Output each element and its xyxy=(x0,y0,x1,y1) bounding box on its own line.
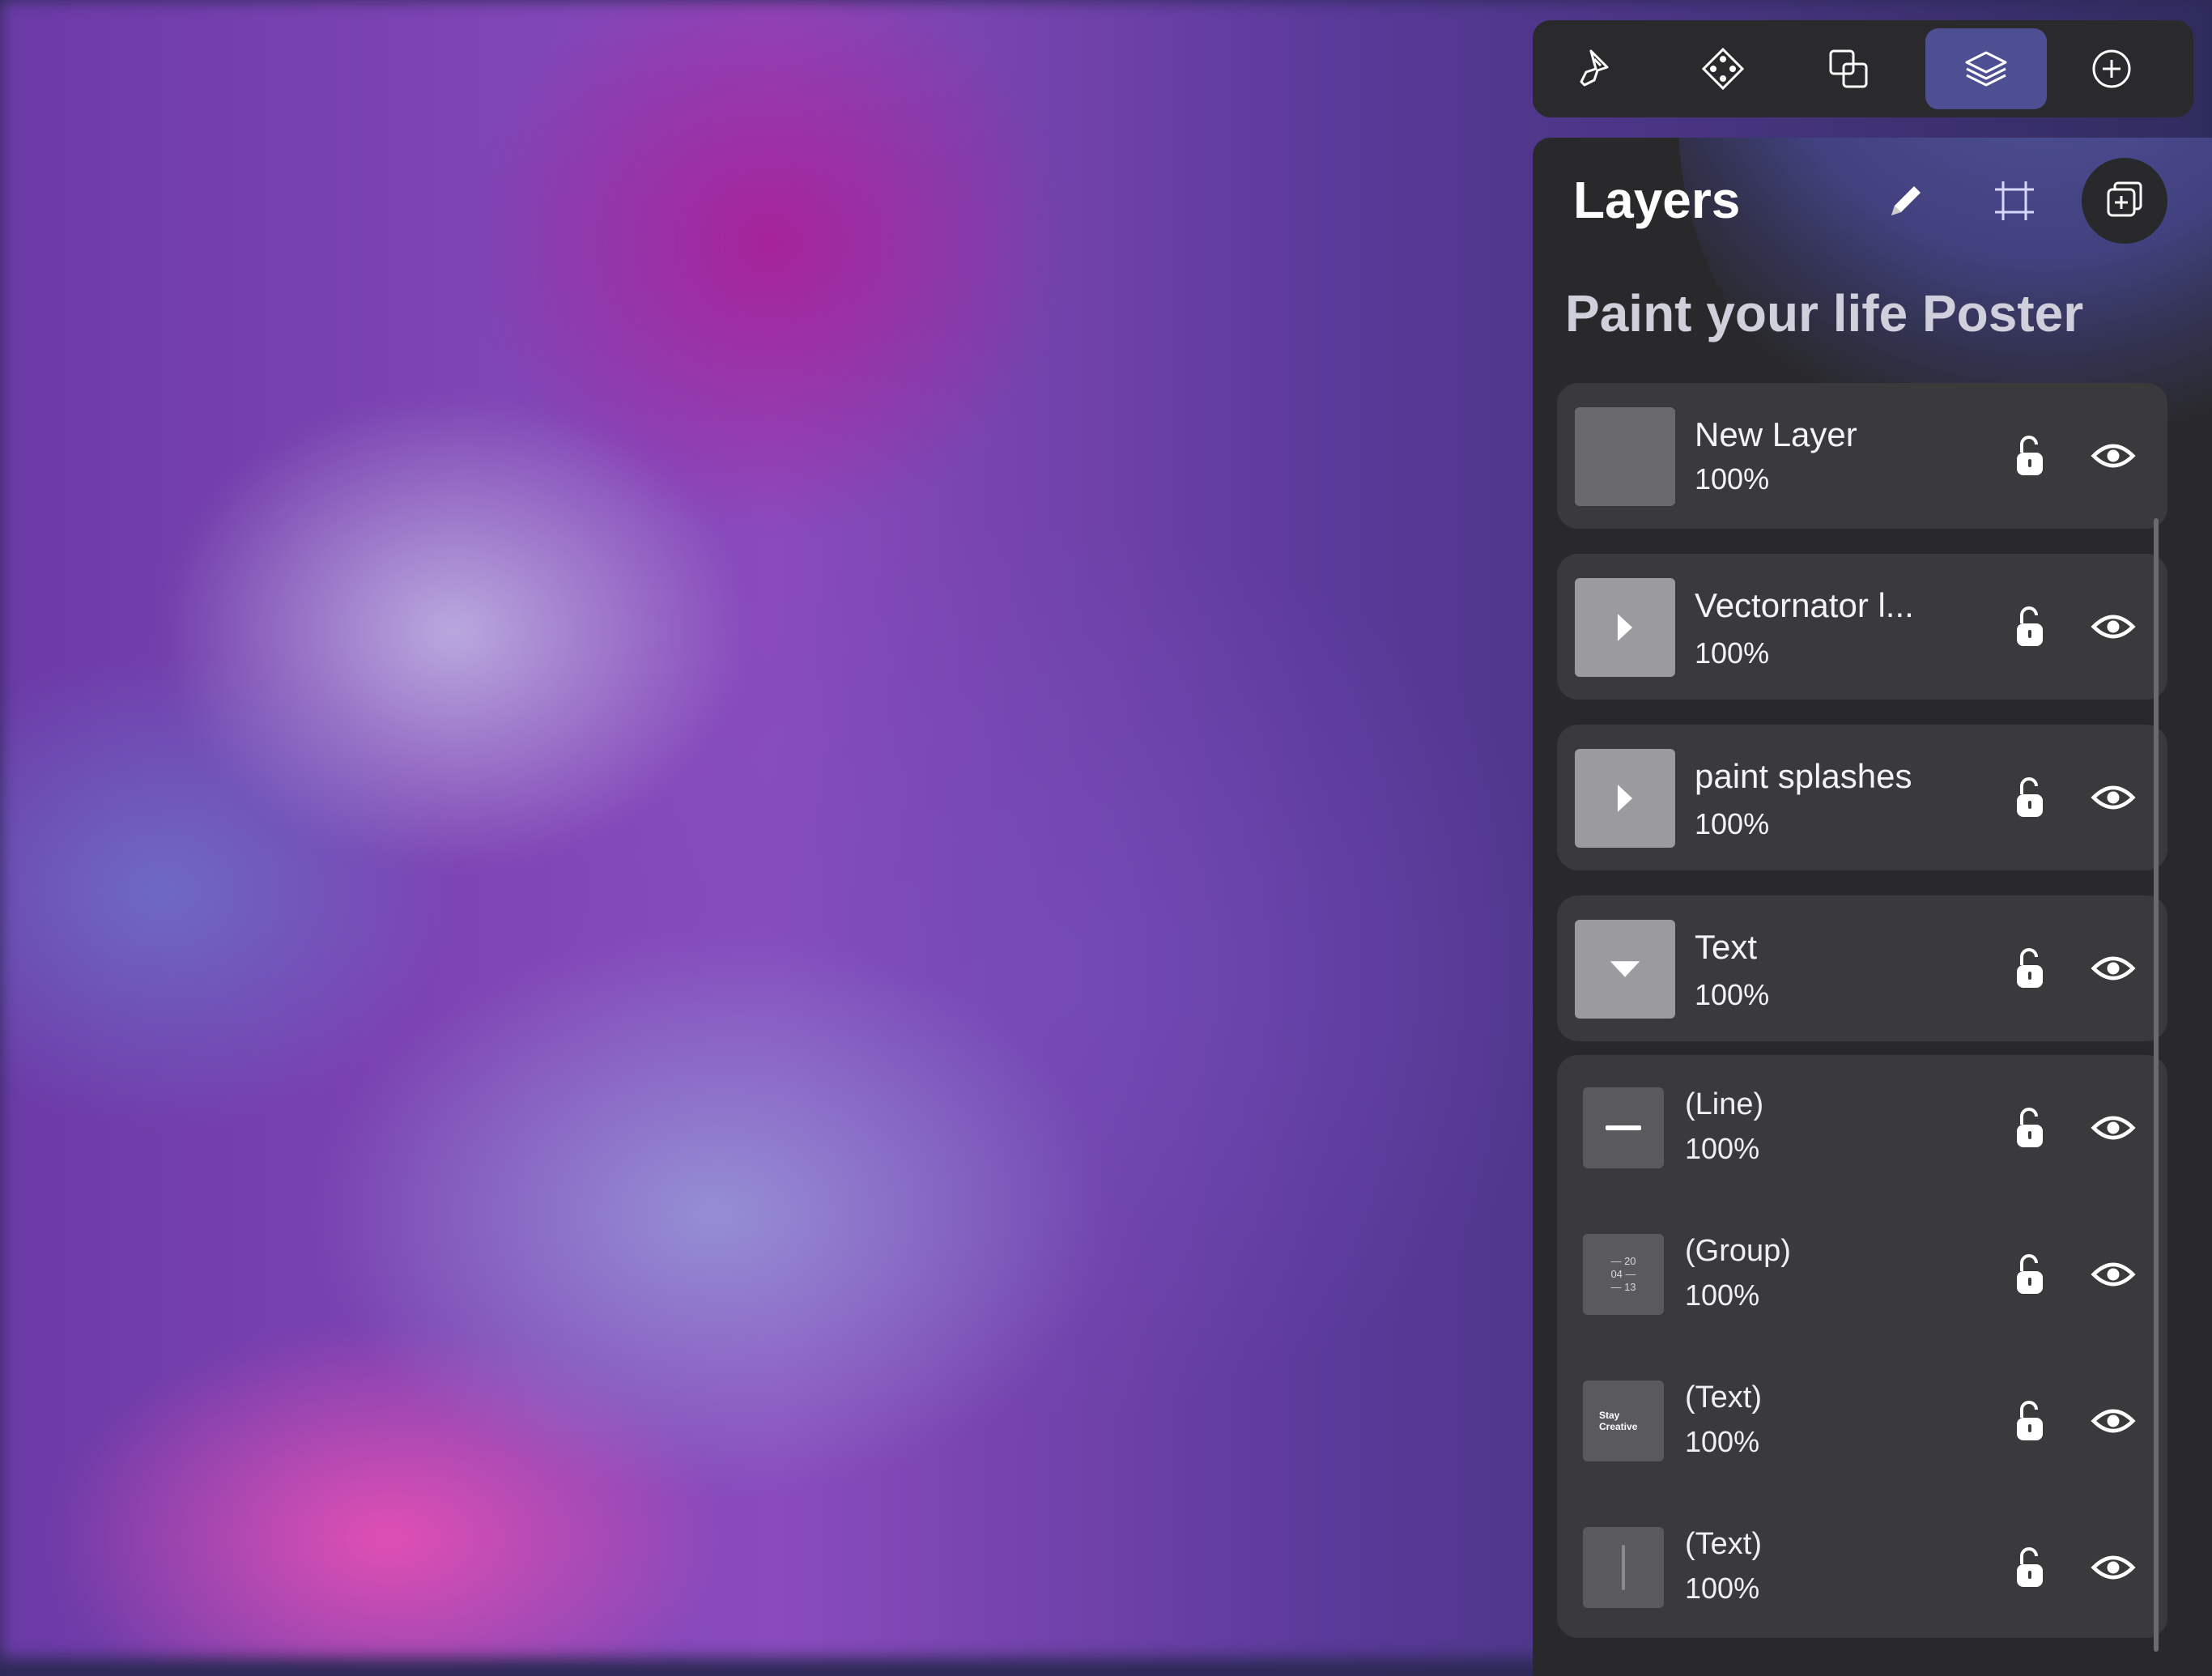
lock-toggle[interactable] xyxy=(2004,772,2056,823)
unlock-icon xyxy=(2017,948,2043,988)
layer-opacity: 100% xyxy=(1695,978,1770,1011)
visibility-toggle[interactable] xyxy=(2087,1102,2139,1154)
layer-opacity: 100% xyxy=(1685,1425,1760,1458)
lock-toggle[interactable] xyxy=(2004,601,2056,653)
layer-opacity: 100% xyxy=(1695,462,1770,496)
unlock-icon xyxy=(2017,1547,2043,1587)
sublayer-row[interactable]: — 20 04 — — 13 (Group) 100% xyxy=(1557,1202,2167,1347)
brush-tool-button[interactable] xyxy=(1537,28,1658,109)
eye-icon xyxy=(2091,956,2136,981)
layer-opacity: 100% xyxy=(1685,1132,1760,1165)
lock-toggle[interactable] xyxy=(2004,1102,2056,1154)
sublayer-row[interactable]: (Line) 100% xyxy=(1557,1055,2167,1201)
document-title: Paint your life Poster xyxy=(1565,284,2084,342)
shapes-tool-button[interactable] xyxy=(1788,28,1909,109)
lock-toggle[interactable] xyxy=(2004,1248,2056,1300)
layers-panel: Layers Paint your life Poster New Layer … xyxy=(1533,138,2212,1676)
group-thumb-text: — 20 04 — — 13 xyxy=(1610,1255,1636,1293)
visibility-toggle[interactable] xyxy=(2087,772,2139,823)
layer-thumbnail: Stay Creative xyxy=(1583,1380,1664,1461)
layer-row[interactable]: New Layer 100% xyxy=(1557,383,2167,529)
artboard-icon xyxy=(1995,181,2034,220)
layer-row[interactable]: Vectornator l... 100% xyxy=(1557,554,2167,700)
lock-toggle[interactable] xyxy=(2004,430,2056,482)
pencil-icon xyxy=(1891,186,1921,215)
edit-button[interactable] xyxy=(1863,158,1949,244)
vertical-text-glyph xyxy=(1622,1545,1625,1590)
unlock-icon xyxy=(2017,606,2043,646)
layer-name: Text xyxy=(1695,928,1758,966)
top-toolbar xyxy=(1533,20,2193,117)
eye-icon xyxy=(2091,444,2136,468)
expand-arrow-icon xyxy=(1617,614,1633,641)
lock-toggle[interactable] xyxy=(2004,1395,2056,1447)
add-layer-icon xyxy=(2107,181,2142,217)
brush-icon xyxy=(1580,49,1609,87)
lock-toggle[interactable] xyxy=(2004,1542,2056,1593)
node-icon xyxy=(1701,47,1745,91)
layers-icon xyxy=(1965,51,2007,87)
line-glyph-icon xyxy=(1606,1125,1641,1130)
lock-toggle[interactable] xyxy=(2004,942,2056,994)
eye-icon xyxy=(2091,785,2136,810)
panel-title: Layers xyxy=(1573,171,1741,229)
eye-icon xyxy=(2091,615,2136,639)
layers-scrollbar[interactable] xyxy=(2154,518,2159,1652)
layer-row[interactable]: Text 100% xyxy=(1557,895,2167,1041)
layer-name: (Text) xyxy=(1685,1380,1762,1414)
eye-icon xyxy=(2091,1262,2136,1287)
eye-icon xyxy=(2091,1555,2136,1580)
layer-thumbnail xyxy=(1575,749,1675,848)
text-group-children: (Line) 100% — 20 04 — — 13 (Group) 100% xyxy=(1557,1055,2167,1638)
layer-opacity: 100% xyxy=(1685,1278,1760,1312)
unlock-icon xyxy=(2017,436,2043,475)
layer-row[interactable]: paint splashes 100% xyxy=(1557,725,2167,870)
layer-thumbnail xyxy=(1575,407,1675,506)
layer-name: New Layer xyxy=(1695,415,1857,453)
visibility-toggle[interactable] xyxy=(2087,942,2139,994)
layer-opacity: 100% xyxy=(1695,636,1770,670)
node-tool-button[interactable] xyxy=(1662,28,1784,109)
add-tool-button[interactable] xyxy=(2051,28,2172,109)
add-circle-icon xyxy=(2092,49,2131,88)
layer-name: (Line) xyxy=(1685,1087,1764,1121)
text-thumb-preview: Stay Creative xyxy=(1599,1410,1638,1432)
unlock-icon xyxy=(2017,1108,2043,1147)
visibility-toggle[interactable] xyxy=(2087,1248,2139,1300)
unlock-icon xyxy=(2017,777,2043,817)
layer-thumbnail: — 20 04 — — 13 xyxy=(1583,1234,1664,1315)
layer-thumbnail xyxy=(1583,1087,1664,1168)
sublayer-row[interactable]: (Text) 100% xyxy=(1557,1495,2167,1640)
eye-icon xyxy=(2091,1409,2136,1433)
layer-opacity: 100% xyxy=(1695,807,1770,840)
layer-name: paint splashes xyxy=(1695,757,1912,795)
layer-thumbnail xyxy=(1583,1527,1664,1608)
collapse-arrow-icon xyxy=(1610,961,1640,977)
unlock-icon xyxy=(2017,1254,2043,1294)
layer-opacity: 100% xyxy=(1685,1572,1760,1605)
layer-thumbnail xyxy=(1575,920,1675,1019)
layer-thumbnail xyxy=(1575,578,1675,677)
layer-name: (Text) xyxy=(1685,1527,1762,1561)
layer-name: (Group) xyxy=(1685,1234,1791,1268)
visibility-toggle[interactable] xyxy=(2087,1542,2139,1593)
expand-arrow-icon xyxy=(1617,785,1633,812)
shapes-icon xyxy=(1829,49,1868,88)
layer-name: Vectornator l... xyxy=(1695,586,1914,624)
sublayer-row[interactable]: Stay Creative (Text) 100% xyxy=(1557,1348,2167,1494)
add-layer-button[interactable] xyxy=(2082,158,2167,244)
visibility-toggle[interactable] xyxy=(2087,430,2139,482)
visibility-toggle[interactable] xyxy=(2087,601,2139,653)
visibility-toggle[interactable] xyxy=(2087,1395,2139,1447)
artboard-button[interactable] xyxy=(1972,158,2057,244)
unlock-icon xyxy=(2017,1401,2043,1440)
eye-icon xyxy=(2091,1116,2136,1140)
layers-tool-button[interactable] xyxy=(1925,28,2047,109)
